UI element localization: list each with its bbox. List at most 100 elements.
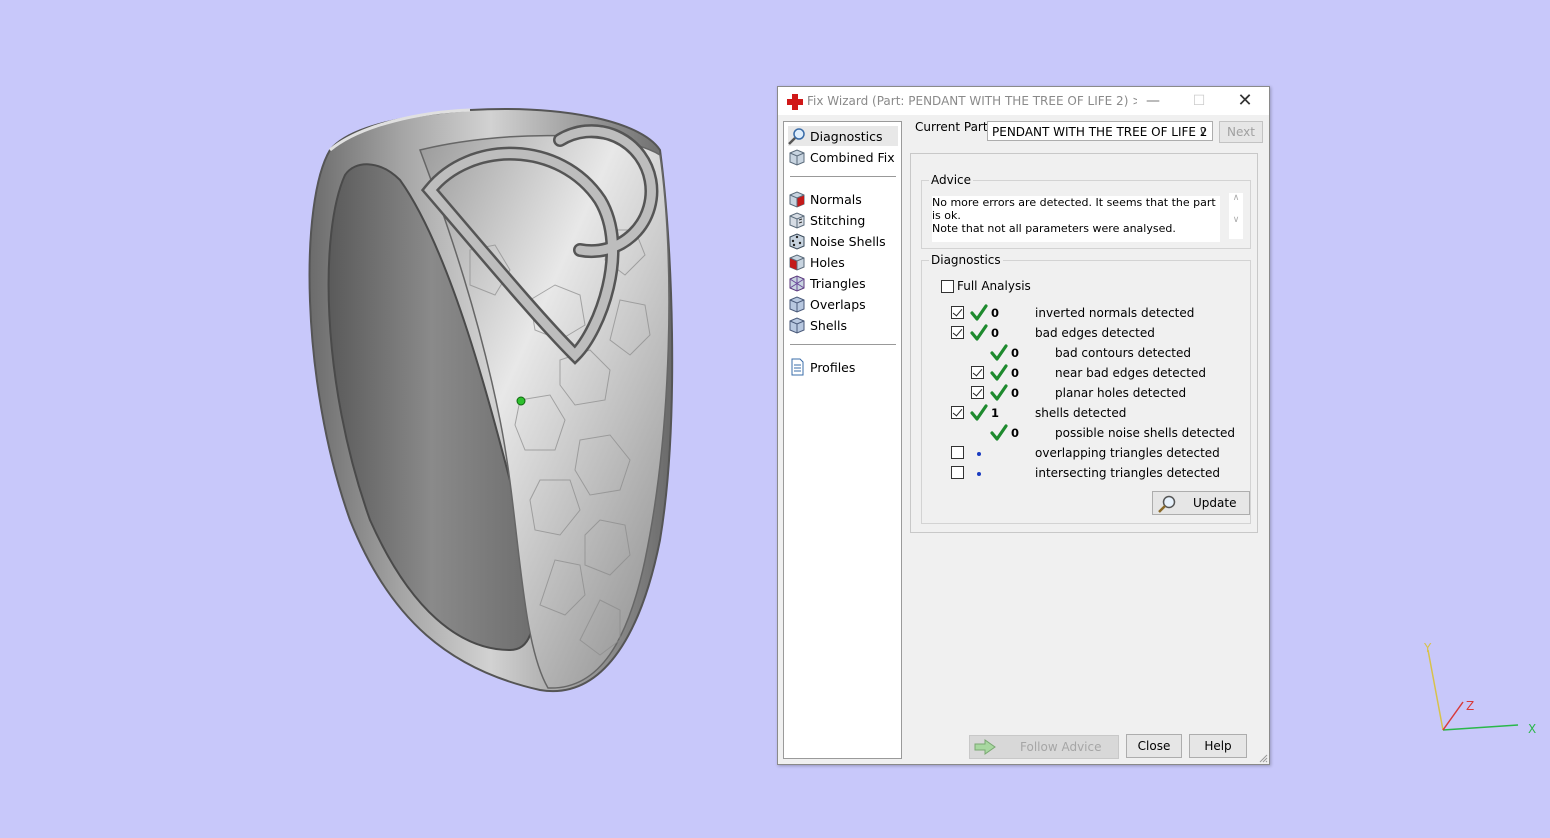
close-button[interactable]: Close [1126, 734, 1182, 758]
resize-grip-icon[interactable] [1258, 753, 1268, 763]
minimize-button[interactable]: — [1138, 90, 1168, 112]
window-title: Fix Wizard (Part: PENDANT WITH THE TREE … [807, 94, 1137, 108]
axis-y-label: Y [1423, 641, 1432, 655]
row-checkbox[interactable] [951, 406, 964, 419]
nav-item-label: Diagnostics [810, 128, 883, 144]
nav-item-shells[interactable]: Shells [788, 315, 898, 335]
update-label: Update [1193, 496, 1237, 510]
nav-item-label: Stitching [810, 212, 866, 228]
nav-item-diagnostics[interactable]: Diagnostics [788, 126, 898, 146]
row-count: 0 [991, 306, 1000, 320]
row-label: overlapping triangles detected [1035, 446, 1220, 460]
follow-advice-button[interactable]: Follow Advice [969, 735, 1119, 759]
arrow-right-icon [974, 739, 996, 755]
advice-line: Note that not all parameters were analys… [932, 222, 1176, 235]
not-analysed-dot-icon [977, 452, 981, 456]
row-checkbox[interactable] [971, 366, 984, 379]
advice-line: No more errors are detected. It seems th… [932, 196, 1216, 222]
fix-wizard-dialog: Fix Wizard (Part: PENDANT WITH THE TREE … [777, 86, 1270, 765]
maximize-button[interactable]: ☐ [1184, 90, 1214, 112]
nav-item-label: Shells [810, 317, 848, 333]
nav-item-label: Holes [810, 254, 845, 270]
nav-item-label: Overlaps [810, 296, 866, 312]
scroll-down-icon[interactable]: ∨ [1229, 215, 1243, 225]
row-count: 1 [991, 406, 1000, 420]
nav-item-label: Combined Fix [810, 149, 895, 165]
row-label: shells detected [1035, 406, 1127, 420]
diagnostics-group: Diagnostics Full Analysis 0 inverted nor… [921, 253, 1251, 524]
green-check-icon [990, 344, 1008, 361]
scroll-up-icon[interactable]: ∧ [1229, 193, 1243, 203]
row-label: inverted normals detected [1035, 306, 1195, 320]
holes-cube-icon [789, 254, 805, 271]
row-count: 0 [1011, 426, 1020, 440]
3d-viewport[interactable]: X Y Z [0, 0, 1550, 838]
red-cross-icon [787, 94, 803, 110]
update-button[interactable]: Update [1152, 491, 1250, 515]
full-analysis-checkbox[interactable] [941, 280, 954, 293]
document-icon [791, 358, 804, 376]
nav-item-combined-fix[interactable]: Combined Fix [788, 147, 898, 167]
row-label: bad edges detected [1035, 326, 1155, 340]
magnifier-icon [1158, 495, 1176, 513]
row-checkbox[interactable] [951, 446, 964, 459]
nav-item-label: Normals [810, 191, 862, 207]
magnifier-icon [788, 128, 805, 145]
axis-x-label: X [1528, 722, 1536, 736]
row-checkbox[interactable] [971, 386, 984, 399]
overlaps-cube-icon [789, 296, 805, 313]
row-checkbox[interactable] [951, 326, 964, 339]
nav-item-label: Profiles [810, 359, 856, 375]
advice-text: No more errors are detected. It seems th… [932, 196, 1220, 242]
shells-cube-icon [789, 317, 805, 334]
green-check-icon [990, 384, 1008, 401]
row-checkbox[interactable] [951, 306, 964, 319]
not-analysed-dot-icon [977, 472, 981, 476]
noise-shells-icon [789, 233, 805, 250]
row-count: 0 [1011, 346, 1020, 360]
green-check-icon [970, 404, 988, 421]
nav-item-overlaps[interactable]: Overlaps [788, 294, 898, 314]
wizard-nav: Diagnostics Combined Fix Normals Stitchi… [783, 121, 902, 759]
axis-z-label: Z [1466, 699, 1474, 713]
current-part-dropdown[interactable]: PENDANT WITH THE TREE OF LIFE 2 ∨ [987, 121, 1213, 141]
chevron-down-icon: ∨ [1198, 125, 1207, 138]
ring-model[interactable] [0, 0, 1550, 838]
close-window-button[interactable]: ✕ [1230, 90, 1260, 112]
row-count: 0 [1011, 386, 1020, 400]
green-check-icon [970, 324, 988, 341]
pivot-marker [516, 396, 526, 406]
row-label: near bad edges detected [1055, 366, 1206, 380]
green-check-icon [970, 304, 988, 321]
row-count: 0 [991, 326, 1000, 340]
nav-item-label: Triangles [810, 275, 866, 291]
advice-scrollbar[interactable]: ∧ ∨ [1229, 193, 1243, 239]
axis-triad: X Y Z [1423, 641, 1536, 736]
row-checkbox[interactable] [951, 466, 964, 479]
stitching-cube-icon [789, 212, 805, 229]
current-part-label: Current Part: [915, 120, 992, 134]
row-label: planar holes detected [1055, 386, 1187, 400]
next-button[interactable]: Next [1219, 121, 1263, 143]
green-check-icon [990, 364, 1008, 381]
row-label: possible noise shells detected [1055, 426, 1236, 440]
row-label: bad contours detected [1055, 346, 1191, 360]
triangles-cube-icon [789, 275, 805, 292]
current-part-value: PENDANT WITH THE TREE OF LIFE 2 [992, 125, 1208, 139]
nav-item-triangles[interactable]: Triangles [788, 273, 898, 293]
nav-divider [790, 344, 896, 345]
title-bar[interactable]: Fix Wizard (Part: PENDANT WITH THE TREE … [778, 87, 1269, 115]
nav-item-noise-shells[interactable]: Noise Shells [788, 231, 898, 251]
nav-item-normals[interactable]: Normals [788, 189, 898, 209]
normals-cube-icon [789, 191, 805, 208]
advice-title: Advice [929, 173, 974, 187]
help-button[interactable]: Help [1189, 734, 1247, 758]
nav-item-stitching[interactable]: Stitching [788, 210, 898, 230]
cube-icon [789, 149, 805, 166]
advice-group: Advice No more errors are detected. It s… [921, 173, 1251, 249]
nav-item-holes[interactable]: Holes [788, 252, 898, 272]
row-count: 0 [1011, 366, 1020, 380]
nav-item-profiles[interactable]: Profiles [788, 357, 898, 377]
diagnostics-panel: Advice No more errors are detected. It s… [910, 153, 1258, 533]
nav-item-label: Noise Shells [810, 233, 886, 249]
